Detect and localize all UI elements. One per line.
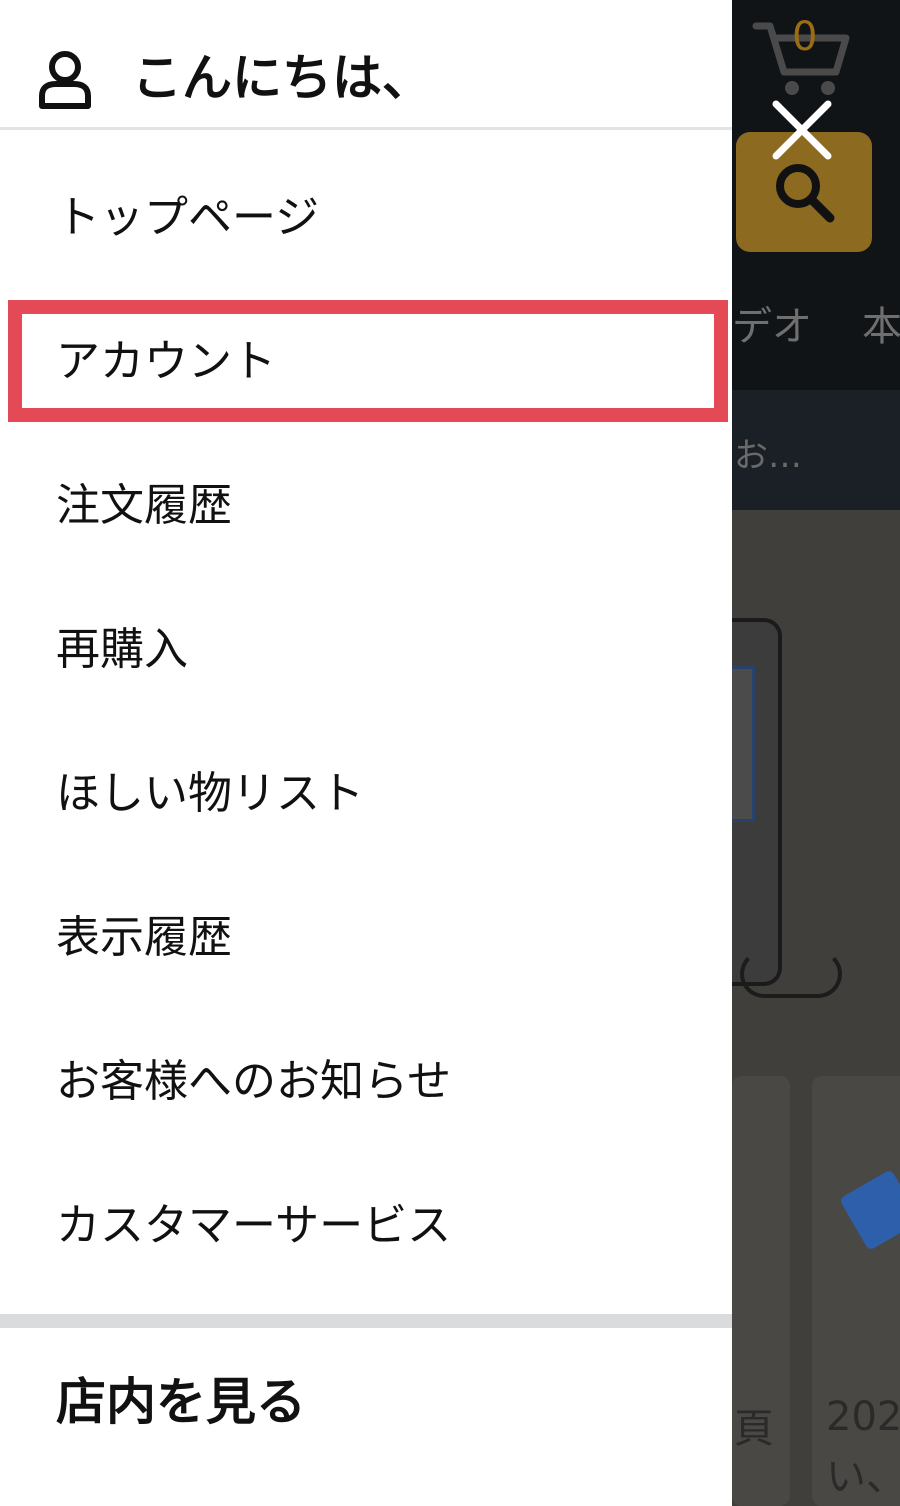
background-card-text: 頁 bbox=[734, 1406, 774, 1452]
user-icon bbox=[38, 50, 92, 114]
background-nav-item: 本 bbox=[862, 304, 900, 350]
background-sub-text: お… bbox=[734, 436, 802, 476]
highlight-annotation bbox=[8, 300, 728, 422]
background-card bbox=[812, 1076, 900, 1506]
menu-item-customer-service[interactable]: カスタマーサービス bbox=[0, 1154, 732, 1298]
navigation-drawer: こんにちは、 トップページ アカウント 注文履歴 再購入 ほしい物リスト 表示履… bbox=[0, 0, 732, 1506]
menu-item-order-history[interactable]: 注文履歴 bbox=[0, 434, 732, 578]
menu-item-label: 表示履歴 bbox=[56, 912, 232, 963]
background-product-image bbox=[730, 618, 782, 986]
menu-item-notifications[interactable]: お客様へのお知らせ bbox=[0, 1010, 732, 1154]
menu-item-label: カスタマーサービス bbox=[56, 1200, 452, 1251]
greeting-header[interactable]: こんにちは、 bbox=[0, 0, 732, 130]
background-nav-item: デオ bbox=[732, 304, 812, 350]
menu-item-buy-again[interactable]: 再購入 bbox=[0, 578, 732, 722]
background-card-text: 202 bbox=[826, 1394, 900, 1440]
menu-item-label: ほしい物リスト bbox=[56, 768, 364, 819]
menu-item-label: お客様へのお知らせ bbox=[56, 1056, 452, 1107]
menu-item-label: トップページ bbox=[56, 192, 320, 243]
background-card-text: い、 bbox=[826, 1454, 900, 1500]
menu-item-label: 注文履歴 bbox=[56, 480, 232, 531]
menu-item-wishlist[interactable]: ほしい物リスト bbox=[0, 722, 732, 866]
close-icon[interactable] bbox=[770, 98, 834, 162]
menu-item-top-page[interactable]: トップページ bbox=[0, 146, 732, 290]
search-icon bbox=[776, 164, 835, 223]
background-product-cable bbox=[740, 950, 842, 998]
cart-count: 0 bbox=[792, 14, 818, 60]
section-title: 店内を見る bbox=[56, 1373, 306, 1431]
menu-item-label: 再購入 bbox=[56, 624, 188, 675]
greeting-text: こんにちは、 bbox=[132, 49, 432, 107]
menu-item-browsing-history[interactable]: 表示履歴 bbox=[0, 866, 732, 1010]
section-divider bbox=[0, 1314, 732, 1328]
